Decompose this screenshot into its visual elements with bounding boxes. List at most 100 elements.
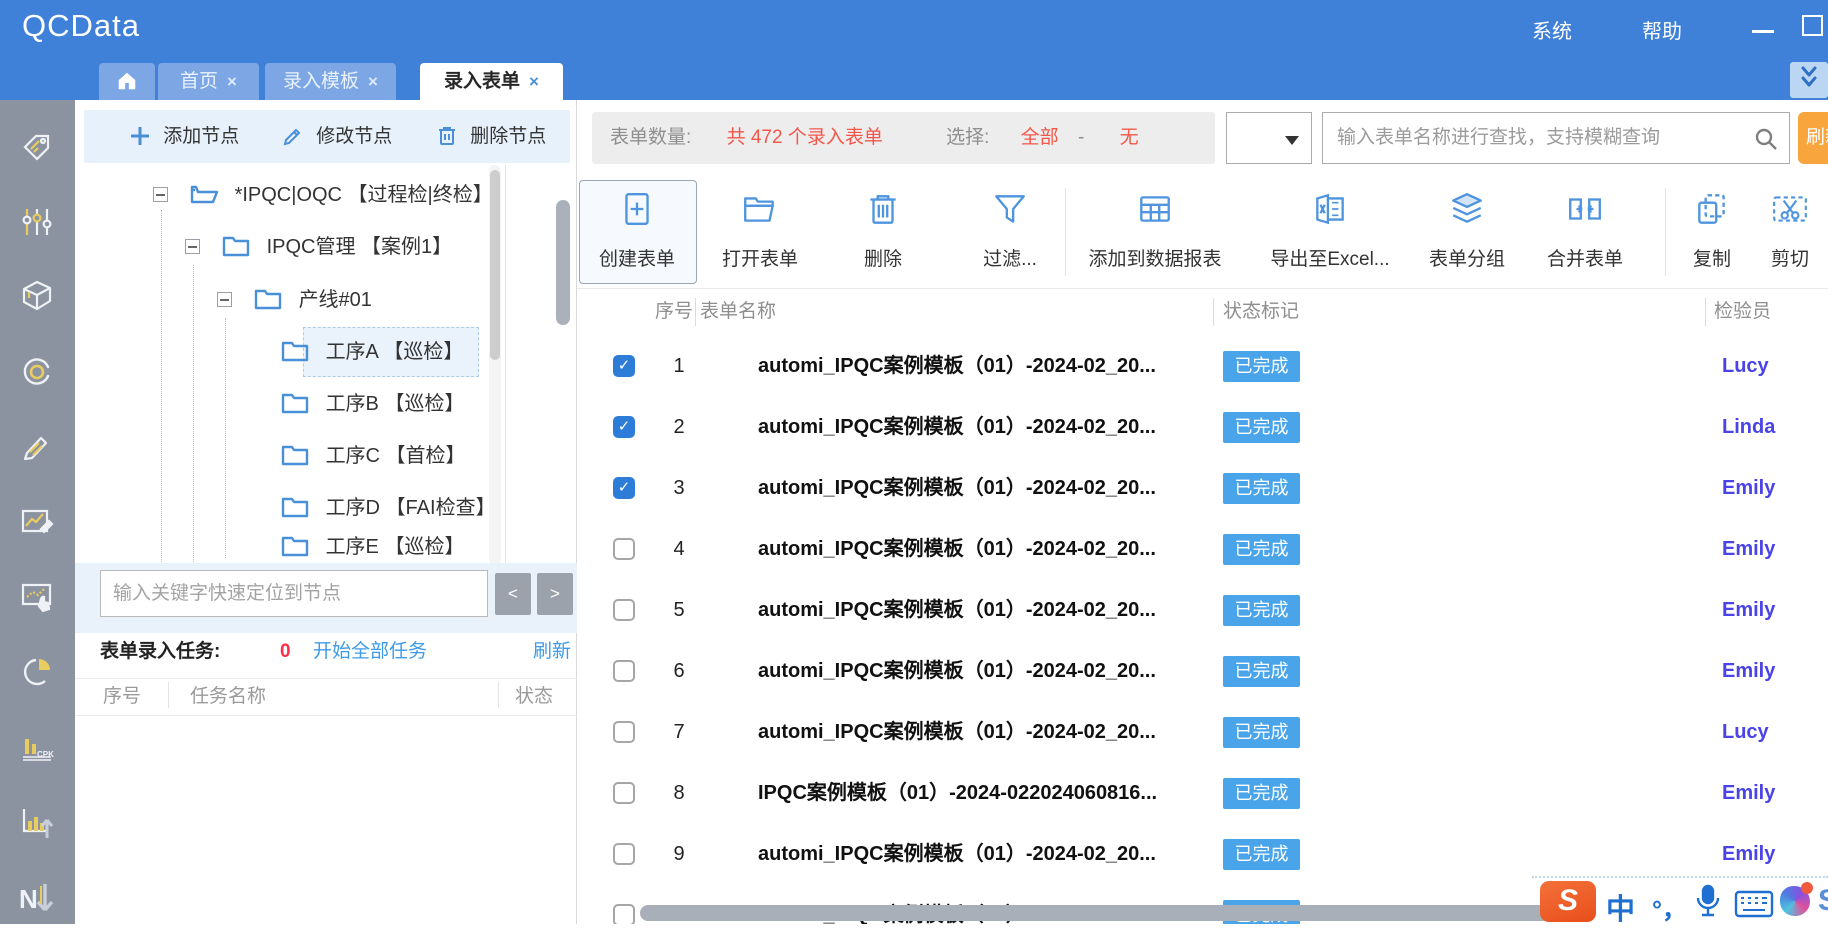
search-icon[interactable]: [1753, 126, 1779, 157]
select-all-link[interactable]: 全部: [1021, 127, 1059, 148]
row-checkbox-checked[interactable]: ✓: [613, 477, 635, 499]
row-checkbox[interactable]: [613, 599, 635, 621]
microphone-icon[interactable]: [1694, 884, 1722, 925]
tab-home[interactable]: [99, 63, 155, 100]
tree-scrollbar-thumb[interactable]: [490, 170, 500, 360]
minimize-icon[interactable]: [1752, 30, 1774, 33]
tree-node-step-b[interactable]: 工序B 【巡检】: [280, 379, 464, 429]
board-hand-icon[interactable]: [17, 577, 57, 617]
row-form-name[interactable]: automi_IPQC案例模板（01）-2024-02_20...: [758, 458, 1156, 519]
task-header-divider: [168, 682, 169, 708]
modify-node-button[interactable]: 修改节点: [282, 110, 392, 163]
group-forms-button[interactable]: 表单分组: [1412, 186, 1522, 282]
filter-dropdown[interactable]: [1226, 112, 1312, 164]
row-form-name[interactable]: automi_IPQC案例模板（01）-2024-02_20...: [758, 336, 1156, 397]
vertical-scrollbar-thumb[interactable]: [556, 200, 570, 325]
tab-overflow-button[interactable]: [1790, 62, 1828, 98]
partial-tray-icon[interactable]: S: [1818, 884, 1828, 920]
table-row[interactable]: ✓ 3 automi_IPQC案例模板（01）-2024-02_20... 已完…: [577, 458, 1828, 519]
row-form-name[interactable]: automi_IPQC案例模板（01）-2024-02_20...: [758, 824, 1156, 885]
row-form-name[interactable]: automi_IPQC案例模板（01）-2024-02_20...: [758, 702, 1156, 763]
tree-node-line01[interactable]: 产线#01: [217, 275, 372, 325]
tree-connector: [225, 318, 227, 558]
form-search-input[interactable]: [1322, 112, 1790, 164]
cut-button[interactable]: 剪切: [1750, 186, 1828, 282]
cube-icon[interactable]: [17, 276, 57, 316]
select-none-link[interactable]: 无: [1120, 127, 1139, 148]
export-excel-button[interactable]: 导出至Excel...: [1260, 186, 1400, 282]
horizontal-scrollbar-thumb[interactable]: [640, 905, 1556, 921]
grid-header-divider: [695, 298, 696, 326]
row-checkbox-checked[interactable]: ✓: [613, 355, 635, 377]
tab-entry-form[interactable]: 录入表单×: [420, 63, 563, 100]
merge-forms-button[interactable]: 合并表单: [1530, 186, 1640, 282]
row-form-name[interactable]: automi_IPQC案例模板（01）-2024-02_20...: [758, 580, 1156, 641]
keyboard-icon[interactable]: [1734, 890, 1774, 923]
row-form-name[interactable]: IPQC案例模板（01）-2024-022024060816...: [758, 763, 1157, 824]
pencil-icon[interactable]: [17, 427, 57, 467]
add-to-report-button[interactable]: 添加到数据报表: [1080, 186, 1230, 282]
sliders-icon[interactable]: [17, 202, 57, 242]
tree-node-root[interactable]: *IPQC|OQC 【过程检|终检】: [153, 170, 493, 220]
close-icon[interactable]: ×: [227, 72, 237, 91]
cpk-chart-icon[interactable]: CPK: [17, 727, 57, 767]
locate-prev-button[interactable]: <: [495, 573, 531, 615]
locate-next-button[interactable]: >: [537, 573, 573, 615]
row-form-name[interactable]: automi_IPQC案例模板（01）-2024-02_20...: [758, 641, 1156, 702]
row-form-name[interactable]: automi_IPQC案例模板（01）-2024-02_20...: [758, 519, 1156, 580]
tree-node-step-a[interactable]: 工序A 【巡检】: [280, 327, 463, 377]
delete-node-button[interactable]: 删除节点: [436, 110, 546, 163]
tab-first-page[interactable]: 首页×: [158, 63, 259, 100]
row-checkbox[interactable]: [613, 904, 635, 924]
row-checkbox-checked[interactable]: ✓: [613, 416, 635, 438]
chinese-mode-icon[interactable]: 中: [1606, 886, 1635, 928]
table-row[interactable]: ✓ 2 automi_IPQC案例模板（01）-2024-02_20... 已完…: [577, 397, 1828, 458]
collapse-expander-icon[interactable]: [153, 187, 168, 202]
menu-help[interactable]: 帮助: [1642, 15, 1682, 44]
create-form-icon: [582, 186, 692, 234]
start-all-tasks-link[interactable]: 开始全部任务: [313, 633, 427, 671]
tree-node-step-e[interactable]: 工序E 【巡检】: [280, 532, 464, 563]
add-node-button[interactable]: 添加节点: [129, 110, 239, 163]
tree-node-ipqc-manage[interactable]: IPQC管理 【案例1】: [185, 222, 452, 272]
tab-entry-template[interactable]: 录入模板×: [265, 63, 396, 100]
n-down-icon[interactable]: N: [17, 880, 57, 920]
tree-node-step-c[interactable]: 工序C 【首检】: [280, 431, 466, 481]
row-checkbox[interactable]: [613, 538, 635, 560]
close-icon[interactable]: ×: [529, 72, 539, 91]
row-checkbox[interactable]: [613, 843, 635, 865]
refresh-forms-button[interactable]: 刷新: [1798, 112, 1828, 164]
chart-edit-icon[interactable]: [17, 502, 57, 542]
tree-search-input[interactable]: [100, 570, 488, 617]
table-row[interactable]: ✓ 1 automi_IPQC案例模板（01）-2024-02_20... 已完…: [577, 336, 1828, 397]
open-form-button[interactable]: 打开表单: [705, 186, 815, 282]
maximize-icon[interactable]: [1802, 15, 1823, 36]
close-icon[interactable]: ×: [368, 72, 378, 91]
table-row[interactable]: 5 automi_IPQC案例模板（01）-2024-02_20... 已完成 …: [577, 580, 1828, 641]
tag-icon[interactable]: [17, 128, 57, 168]
task-refresh-link[interactable]: 刷新: [533, 633, 571, 671]
sogou-input-icon[interactable]: S: [1540, 881, 1596, 922]
punctuation-icon[interactable]: °，: [1652, 890, 1687, 926]
table-row[interactable]: 8 IPQC案例模板（01）-2024-022024060816... 已完成 …: [577, 763, 1828, 824]
collapse-expander-icon[interactable]: [185, 239, 200, 254]
filter-button[interactable]: 过滤...: [955, 186, 1065, 282]
table-row[interactable]: 7 automi_IPQC案例模板（01）-2024-02_20... 已完成 …: [577, 702, 1828, 763]
row-form-name[interactable]: automi_IPQC案例模板（01）-2024-02_20...: [758, 397, 1156, 458]
collapse-expander-icon[interactable]: [217, 292, 232, 307]
row-checkbox[interactable]: [613, 721, 635, 743]
delete-form-button[interactable]: 删除: [828, 186, 938, 282]
row-checkbox[interactable]: [613, 660, 635, 682]
bar-chart-up-icon[interactable]: [17, 802, 57, 842]
row-checkbox[interactable]: [613, 782, 635, 804]
target-circle-icon[interactable]: [17, 352, 57, 392]
pie-chart-icon[interactable]: [17, 652, 57, 692]
table-row[interactable]: 4 automi_IPQC案例模板（01）-2024-02_20... 已完成 …: [577, 519, 1828, 580]
create-form-button[interactable]: 创建表单: [582, 186, 692, 282]
table-row[interactable]: 6 automi_IPQC案例模板（01）-2024-02_20... 已完成 …: [577, 641, 1828, 702]
tree-node-step-d[interactable]: 工序D 【FAI检查】: [280, 483, 496, 533]
skin-palette-icon[interactable]: [1780, 886, 1810, 916]
task-col-name: 任务名称: [190, 679, 266, 715]
toolbar-label: 表单分组: [1412, 244, 1522, 271]
menu-system[interactable]: 系统: [1532, 15, 1572, 44]
